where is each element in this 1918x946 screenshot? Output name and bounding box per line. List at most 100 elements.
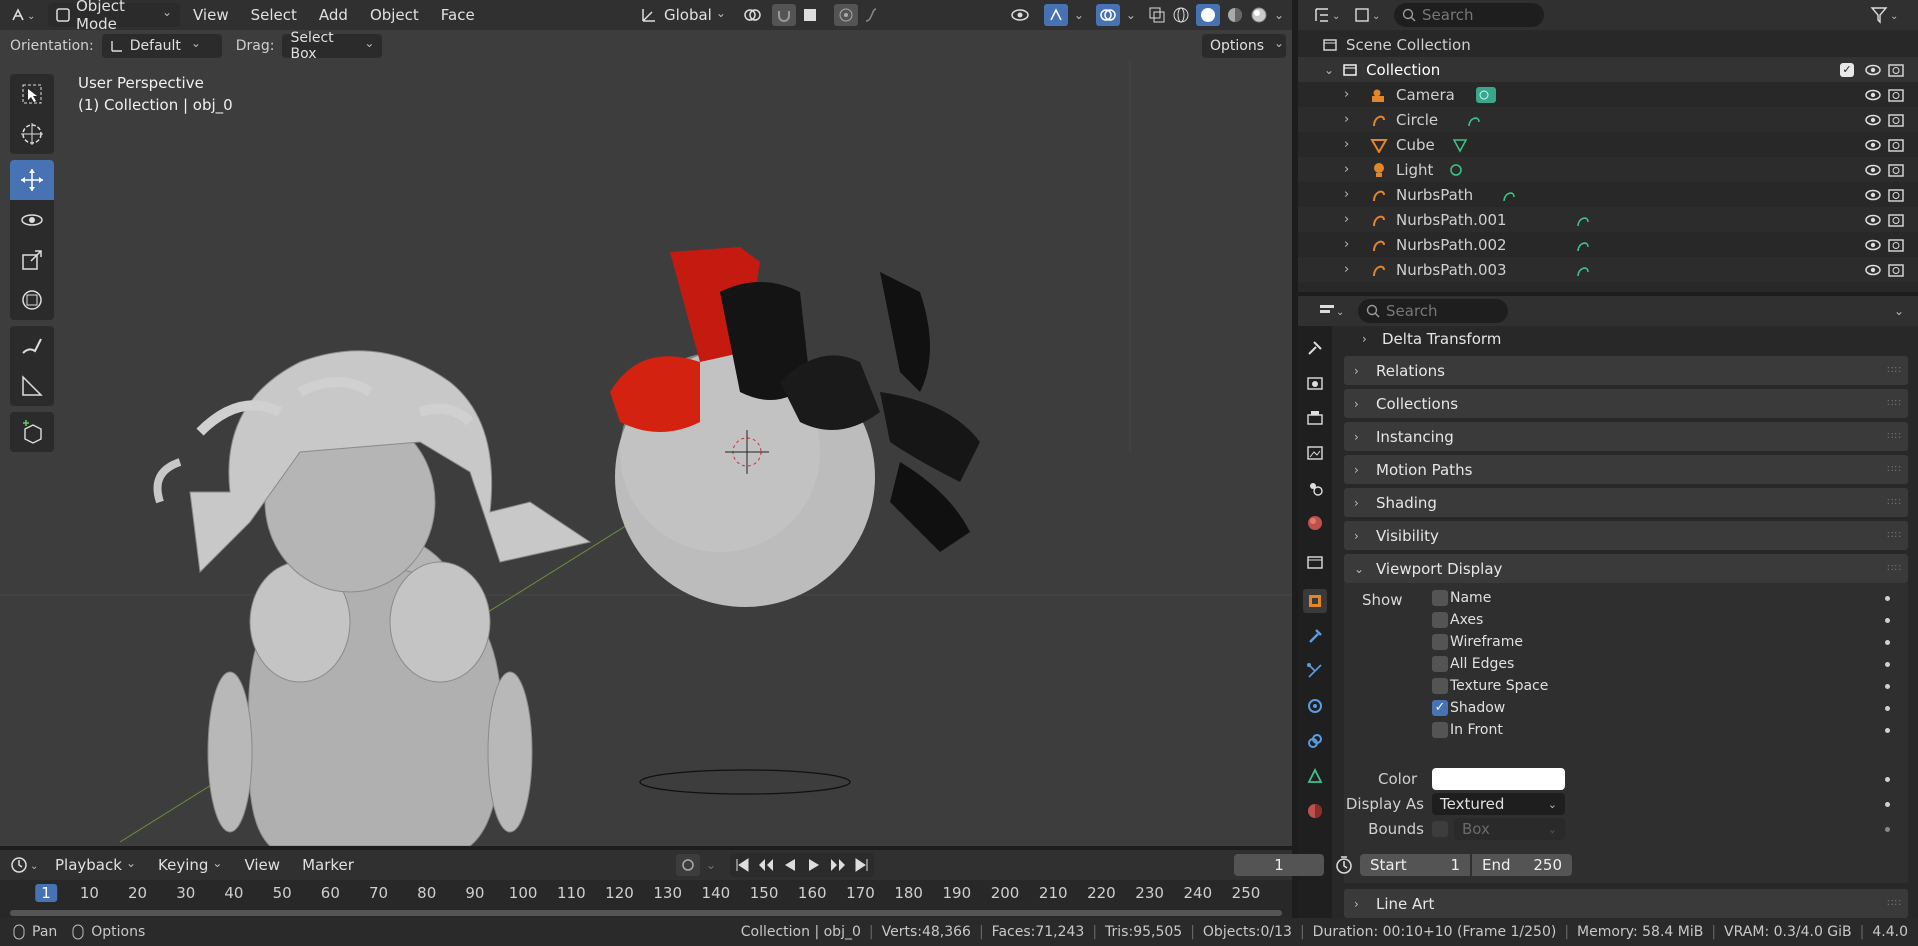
show-option-shadow[interactable]: ✓ Shadow [1344,697,1908,719]
keyframe-dot[interactable] [1885,617,1890,623]
keyframe-dot[interactable] [1885,639,1890,645]
outliner-item[interactable]: › NurbsPath.003 [1298,257,1918,282]
prev-keyframe-icon[interactable] [754,853,778,877]
color-swatch[interactable] [1432,768,1565,790]
add-cube-tool-icon[interactable] [10,412,54,452]
timeline-editor-icon[interactable]: ⌄ [10,856,42,874]
collection-exclude-checkbox[interactable]: ✓ [1840,62,1854,77]
keyframe-dot[interactable] [1885,661,1890,667]
visibility-icon[interactable] [1864,213,1882,227]
show-option-checkbox[interactable]: ✓ [1432,700,1448,716]
outliner-collection[interactable]: ⌄ Collection ✓ [1298,57,1918,82]
expand-icon[interactable]: › [1344,262,1358,277]
preview-range-icon[interactable] [1334,855,1354,875]
collection-visibility-icon[interactable] [1864,63,1882,77]
visibility-icon[interactable] [1864,238,1882,252]
scale-tool-icon[interactable] [10,240,54,280]
show-option-checkbox[interactable] [1432,656,1448,672]
properties-editor-icon[interactable]: ⌄ [1318,302,1348,320]
outliner-item[interactable]: › Camera [1298,82,1918,107]
outliner-item[interactable]: › NurbsPath [1298,182,1918,207]
orientation-select[interactable]: Default [101,34,222,58]
render-visibility-icon[interactable] [1888,138,1904,152]
render-visibility-icon[interactable] [1888,213,1904,227]
expand-icon[interactable]: › [1344,212,1358,227]
outliner-editor-icon[interactable]: ⌄ [1314,6,1344,24]
line-art-panel[interactable]: › Line Art ∷∷ [1344,889,1908,918]
object-data-icon[interactable] [1575,212,1593,228]
outliner-item[interactable]: › Cube [1298,132,1918,157]
falloff-icon[interactable] [864,7,888,23]
menu-object[interactable]: Object [361,6,428,24]
show-option-checkbox[interactable] [1432,612,1448,628]
play-reverse-icon[interactable] [778,853,802,877]
show-option-checkbox[interactable] [1432,590,1448,606]
visibility-icon[interactable] [1864,138,1882,152]
xray-toggle-icon[interactable] [1148,6,1166,24]
object-data-icon[interactable] [1501,187,1519,203]
jump-end-icon[interactable] [850,853,874,877]
proportional-edit-icon[interactable] [833,4,858,26]
object-data-icon[interactable] [1451,137,1469,153]
keyframe-dot[interactable] [1885,683,1890,689]
drag-select[interactable]: Select Box [282,30,383,62]
editor-type-3d-icon[interactable]: ⌄ [6,3,44,27]
viewport-3d[interactable]: User Perspective (1) Collection | obj_0 … [0,62,1292,846]
viewport-display-panel[interactable]: ⌄ Viewport Display ∷∷ [1344,554,1908,583]
show-option-checkbox[interactable] [1432,722,1448,738]
display-mode-icon[interactable]: ⌄ [1354,6,1384,24]
object-data-icon[interactable] [1475,86,1497,104]
expand-icon[interactable]: › [1344,87,1358,102]
show-option-in-front[interactable]: In Front [1344,719,1908,741]
frame-start-field[interactable]: Start 1 [1360,854,1470,876]
rotate-tool-icon[interactable] [10,200,54,240]
delta-transform-subpanel[interactable]: › Delta Transform [1298,326,1918,352]
timeline-ruler[interactable]: 1 10 20 30 40 50 60 70 80 90 100 110 120 130 140 150 160… [0,882,1292,918]
outliner-item[interactable]: › NurbsPath.002 [1298,232,1918,257]
properties-panel-relations[interactable]: › Relations ∷∷ [1344,356,1908,385]
visibility-filter-icon[interactable] [1010,6,1038,24]
shading-material-icon[interactable] [1226,6,1244,24]
annotate-tool-icon[interactable] [10,326,54,366]
expand-icon[interactable]: › [1344,237,1358,252]
visibility-icon[interactable] [1864,113,1882,127]
move-tool-icon[interactable] [10,160,54,200]
filter-icon[interactable]: ⌄ [1870,6,1902,24]
timeline-menu-keying[interactable]: Keying [149,856,231,874]
current-frame-field[interactable]: 1 [1234,854,1324,876]
show-option-name[interactable]: Name [1344,587,1908,609]
properties-panel-instancing[interactable]: › Instancing ∷∷ [1344,422,1908,451]
bounds-checkbox[interactable] [1432,821,1448,837]
options-dropdown[interactable]: Options [1202,34,1286,58]
outliner-item[interactable]: › Light [1298,157,1918,182]
display-as-keyframe-dot[interactable] [1885,801,1890,807]
next-keyframe-icon[interactable] [826,853,850,877]
menu-face[interactable]: Face [432,6,484,24]
shading-rendered-icon[interactable] [1250,6,1268,24]
expand-icon[interactable]: › [1344,137,1358,152]
timeline-menu-marker[interactable]: Marker [293,856,363,874]
properties-panel-motion-paths[interactable]: › Motion Paths ∷∷ [1344,455,1908,484]
timeline-menu-playback[interactable]: Playback [46,856,145,874]
expand-icon[interactable]: › [1344,162,1358,177]
show-option-axes[interactable]: Axes [1344,609,1908,631]
show-option-wireframe[interactable]: Wireframe [1344,631,1908,653]
keyframe-dot[interactable] [1885,705,1890,711]
properties-panel-shading[interactable]: › Shading ∷∷ [1344,488,1908,517]
render-visibility-icon[interactable] [1888,113,1904,127]
object-data-icon[interactable] [1466,112,1484,128]
outliner-search[interactable]: Search [1394,3,1544,27]
bounds-keyframe-dot[interactable] [1885,826,1890,832]
display-as-select[interactable]: Textured ⌄ [1432,793,1565,815]
timeline-scrollbar[interactable] [10,910,1282,916]
render-visibility-icon[interactable] [1888,188,1904,202]
outliner-item[interactable]: › Circle [1298,107,1918,132]
properties-panel-collections[interactable]: › Collections ∷∷ [1344,389,1908,418]
render-visibility-icon[interactable] [1888,88,1904,102]
collection-render-icon[interactable] [1888,63,1904,77]
measure-tool-icon[interactable] [10,366,54,406]
transform-orientation-select[interactable]: Global [664,6,726,24]
render-visibility-icon[interactable] [1888,263,1904,277]
play-icon[interactable] [802,853,826,877]
object-data-icon[interactable] [1575,237,1593,253]
